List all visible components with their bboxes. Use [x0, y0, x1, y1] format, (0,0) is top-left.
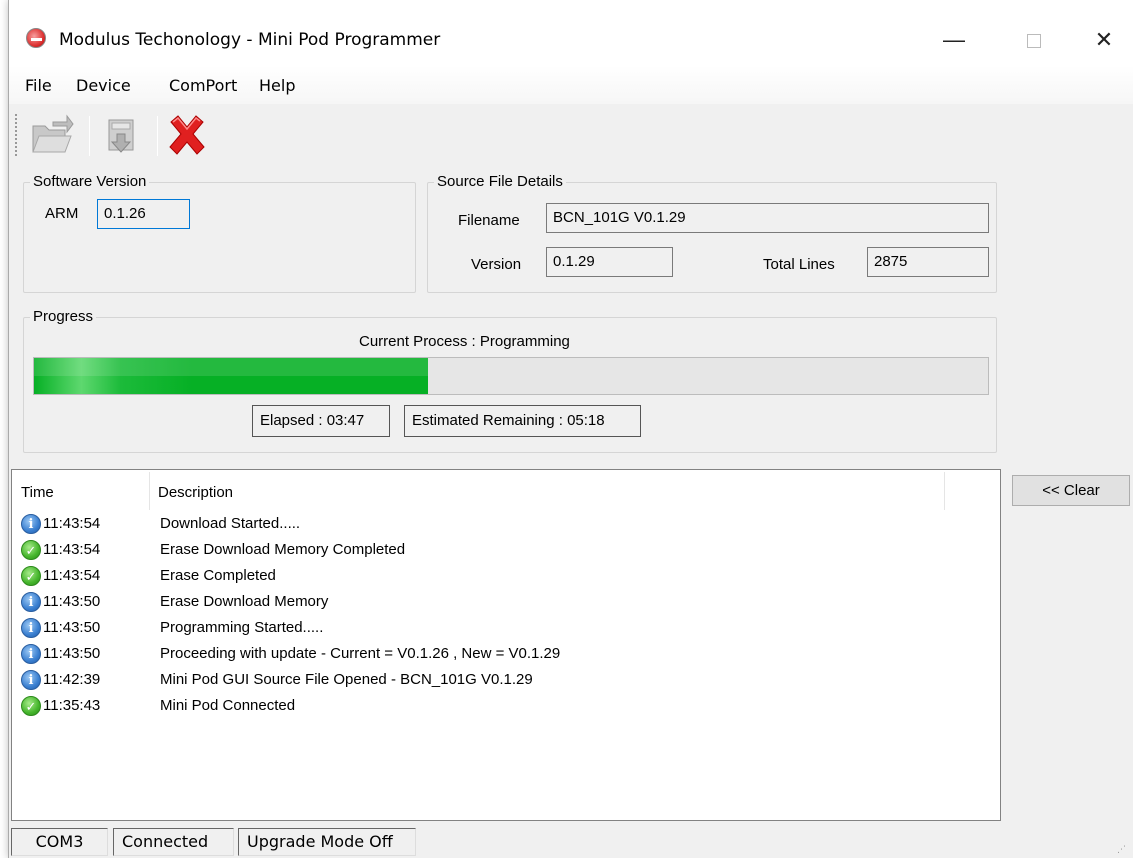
info-icon: i — [21, 644, 41, 664]
log-time: 11:43:54 — [43, 515, 101, 532]
version-label: Version — [471, 256, 522, 273]
main-window: Modulus Techonology - Mini Pod Programme… — [8, 0, 1133, 858]
menu-file[interactable]: File — [25, 76, 52, 95]
current-process-label: Current Process : Programming — [359, 333, 570, 350]
software-version-title: Software Version — [30, 173, 150, 190]
log-time: 11:35:43 — [43, 697, 101, 714]
download-button[interactable] — [99, 110, 147, 160]
minimize-button[interactable]: — — [931, 20, 977, 60]
log-row[interactable]: i 11:43:50 Programming Started..... — [12, 616, 1000, 642]
success-check-icon: ✓ — [21, 540, 41, 560]
info-icon: i — [21, 670, 41, 690]
status-connection: Connected — [113, 828, 234, 856]
log-row[interactable]: i 11:43:54 Download Started..... — [12, 512, 1000, 538]
cancel-x-icon — [169, 115, 205, 155]
toolbar-separator — [157, 116, 158, 156]
log-description: Erase Completed — [160, 567, 276, 584]
log-row[interactable]: i 11:42:39 Mini Pod GUI Source File Opened… — [12, 668, 1000, 694]
window-title: Modulus Techonology - Mini Pod Programme… — [59, 30, 441, 50]
log-row[interactable]: ✓ 11:43:54 Erase Download Memory Completed — [12, 538, 1000, 564]
log-time: 11:43:50 — [43, 645, 101, 662]
log-header: Time Description — [12, 470, 1000, 512]
menu-device[interactable]: Device — [76, 76, 131, 95]
status-port: COM3 — [11, 828, 108, 856]
log-time: 11:42:39 — [43, 671, 101, 688]
log-row[interactable]: i 11:43:50 Proceeding with update - Curren… — [12, 642, 1000, 668]
log-time: 11:43:50 — [43, 593, 101, 610]
column-description[interactable]: Description — [158, 484, 233, 501]
success-check-icon: ✓ — [21, 566, 41, 586]
software-version-group: Software Version — [23, 173, 416, 293]
source-file-title: Source File Details — [434, 173, 566, 190]
log-description: Proceeding with update - Current = V0.1.… — [160, 645, 561, 662]
log-time: 11:43:50 — [43, 619, 101, 636]
version-field[interactable]: 0.1.29 — [546, 247, 673, 277]
open-folder-icon — [32, 114, 74, 153]
menu-comport[interactable]: ComPort — [169, 76, 237, 95]
elapsed-time: Elapsed : 03:47 — [252, 405, 390, 437]
total-lines-label: Total Lines — [763, 256, 835, 273]
progress-bar — [33, 357, 989, 395]
log-row[interactable]: i 11:43:50 Erase Download Memory — [12, 590, 1000, 616]
open-folder-button[interactable] — [27, 110, 75, 160]
status-bar: COM3 Connected Upgrade Mode Off ⋰ — [9, 824, 1133, 858]
estimated-remaining: Estimated Remaining : 05:18 — [404, 405, 641, 437]
download-icon — [108, 119, 134, 153]
log-description: Download Started..... — [160, 515, 301, 532]
toolbar-grip[interactable] — [15, 114, 17, 156]
menu-bar: File Device ComPort Help — [9, 66, 1133, 104]
resize-grip-icon[interactable]: ⋰ — [1117, 844, 1127, 854]
info-icon: i — [21, 514, 41, 534]
maximize-icon — [1027, 34, 1041, 49]
log-description: Erase Download Memory — [160, 593, 329, 610]
clear-button[interactable]: << Clear — [1012, 475, 1130, 506]
maximize-button[interactable] — [1011, 20, 1057, 60]
toolbar — [9, 104, 1009, 164]
success-check-icon: ✓ — [21, 696, 41, 716]
log-description: Programming Started..... — [160, 619, 324, 636]
toolbar-separator — [89, 116, 90, 156]
menu-help[interactable]: Help — [259, 76, 295, 95]
column-divider[interactable] — [944, 472, 945, 510]
title-bar[interactable]: Modulus Techonology - Mini Pod Programme… — [9, 0, 1133, 66]
progress-title: Progress — [30, 308, 97, 325]
log-description: Mini Pod GUI Source File Opened - BCN_10… — [160, 671, 533, 688]
log-row[interactable]: ✓ 11:35:43 Mini Pod Connected — [12, 694, 1000, 720]
column-time[interactable]: Time — [21, 484, 54, 501]
column-divider[interactable] — [149, 472, 150, 510]
app-logo-icon — [26, 28, 46, 48]
total-lines-field[interactable]: 2875 — [867, 247, 989, 277]
close-button[interactable]: ✕ — [1081, 20, 1127, 60]
log-time: 11:43:54 — [43, 567, 101, 584]
log-description: Erase Download Memory Completed — [160, 541, 406, 558]
progress-bar-fill — [34, 358, 428, 394]
arm-label: ARM — [45, 205, 79, 222]
log-row[interactable]: ✓ 11:43:54 Erase Completed — [12, 564, 1000, 590]
filename-label: Filename — [458, 212, 520, 229]
filename-field[interactable]: BCN_101G V0.1.29 — [546, 203, 989, 233]
log-description: Mini Pod Connected — [160, 697, 296, 714]
info-icon: i — [21, 592, 41, 612]
info-icon: i — [21, 618, 41, 638]
log-list[interactable]: Time Description i 11:43:54 Download Start… — [11, 469, 1001, 821]
cancel-button[interactable] — [163, 110, 211, 160]
status-mode: Upgrade Mode Off — [238, 828, 416, 856]
log-time: 11:43:54 — [43, 541, 101, 558]
arm-version-field[interactable]: 0.1.26 — [97, 199, 190, 229]
